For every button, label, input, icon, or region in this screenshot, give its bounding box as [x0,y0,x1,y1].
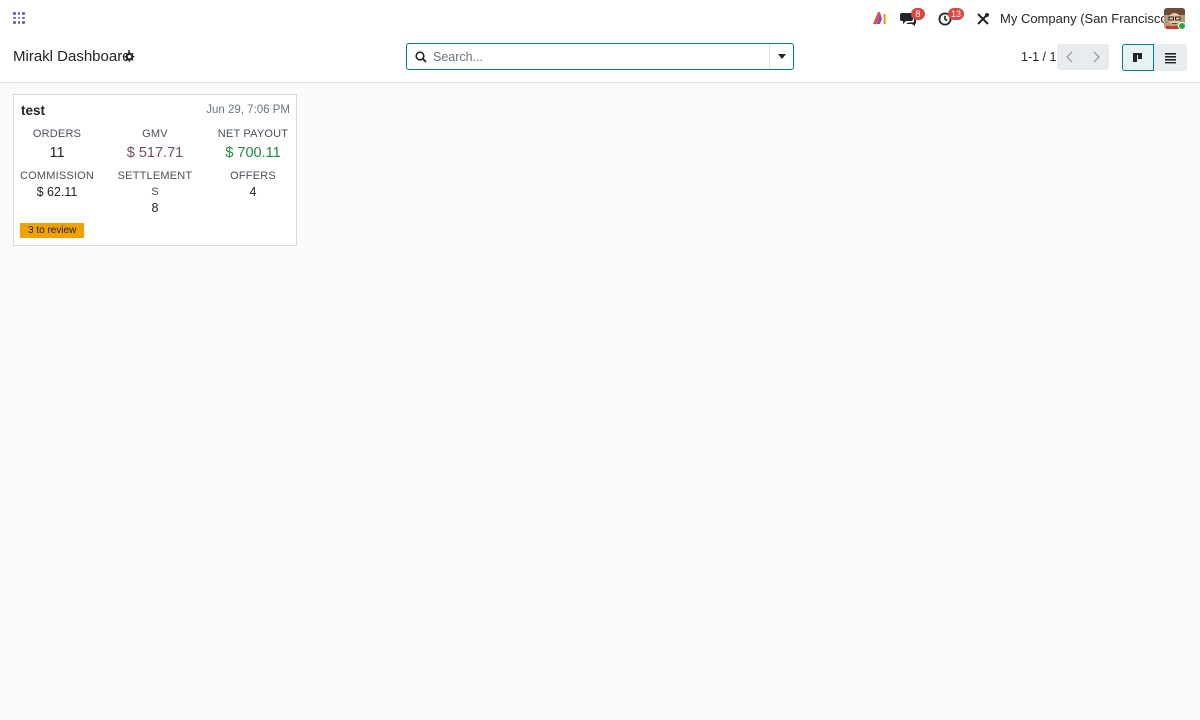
messages-badge: 8 [911,8,925,20]
chevron-right-icon [1093,51,1100,63]
kanban-view-button[interactable] [1122,44,1154,71]
stat-label: COMMISSION [19,170,95,182]
stat-value: $ 62.11 [36,185,78,199]
apps-menu-icon[interactable] [13,12,25,24]
ai-icon[interactable] [872,8,890,28]
stat-label: NET PAYOUT [217,128,289,140]
stat-value: 4 [249,185,257,199]
pager-next-button[interactable] [1083,44,1109,70]
search-options-toggle[interactable] [769,44,793,69]
review-badge[interactable]: 3 to review [20,223,85,238]
stat-net-payout[interactable]: NET PAYOUT $ 700.11 [206,126,300,163]
stat-commission[interactable]: COMMISSION $ 62.11 [10,168,104,200]
stat-label: SETTLEMENT S [117,170,193,198]
stat-value: 11 [49,145,65,161]
stat-label: GMV [142,128,168,140]
stat-label: ORDERS [32,128,82,140]
company-switcher[interactable]: My Company (San Francisco) [1000,11,1172,26]
stat-offers[interactable]: OFFERS 4 [206,168,300,200]
online-status-dot [1178,22,1186,30]
tools-icon[interactable] [976,8,992,28]
list-icon [1165,53,1176,64]
stat-orders[interactable]: ORDERS 11 [10,126,104,163]
top-navbar: 8 13 My Company (San Francisco) [0,0,1200,36]
stat-settlements[interactable]: SETTLEMENT S 8 [108,168,202,216]
stat-value: 8 [151,201,159,215]
kanban-card[interactable]: test Jun 29, 7:06 PM ORDERS 11 GMV $ 517… [13,94,297,246]
pager-value[interactable]: 1-1 / 1 [1021,50,1056,64]
stat-value: $ 517.71 [126,145,184,161]
card-date: Jun 29, 7:06 PM [206,104,290,116]
card-title: test [21,103,46,118]
stat-label: OFFERS [230,170,276,182]
view-switcher [1122,44,1187,71]
search-bar[interactable] [406,43,794,70]
search-input[interactable] [433,45,769,68]
control-panel: Mirakl Dashboard 1-1 / 1 [0,36,1200,83]
pager-buttons [1057,44,1109,70]
page-title: Mirakl Dashboard [13,48,131,65]
activities-icon[interactable]: 13 [938,8,966,28]
stat-gmv[interactable]: GMV $ 517.71 [108,126,202,163]
chevron-left-icon [1066,51,1073,63]
activities-badge: 13 [948,8,965,20]
search-icon [415,51,427,63]
messages-icon[interactable]: 8 [900,8,926,28]
kanban-icon [1133,53,1142,62]
gear-icon[interactable] [123,51,135,63]
stat-value: $ 700.11 [225,145,281,161]
list-view-button[interactable] [1154,44,1187,71]
pager-previous-button[interactable] [1057,44,1083,70]
